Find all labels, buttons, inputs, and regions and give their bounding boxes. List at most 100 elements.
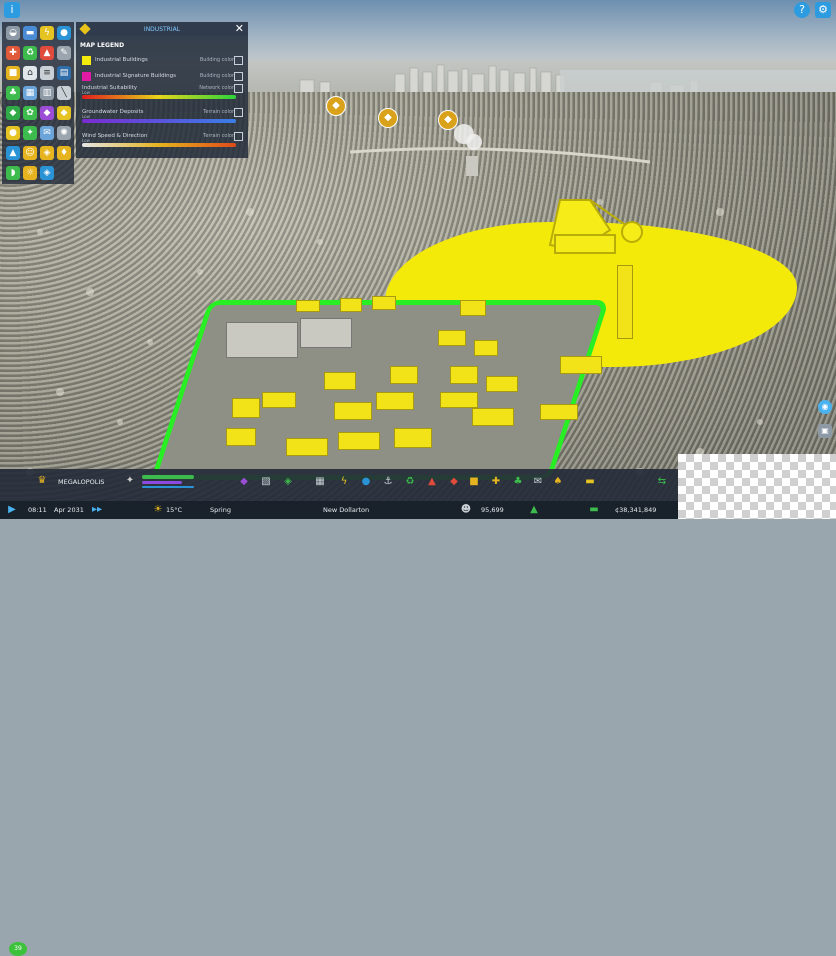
parks-tool-icon[interactable]: ♣ xyxy=(512,476,524,488)
progress-bar-green xyxy=(142,475,194,479)
police-tool-icon[interactable]: ◆ xyxy=(448,476,460,488)
game-time: 08:11 xyxy=(28,506,47,514)
water-tool-icon[interactable]: ● xyxy=(360,476,372,488)
legend-mode: Terrain color xyxy=(203,109,234,115)
status-bar: ▶ 08:11 Apr 2031 ▸▸ ☀ 15°C Spring New Do… xyxy=(0,501,678,519)
residential-infoview-icon[interactable]: ♣ xyxy=(6,86,20,100)
legend-low: Low xyxy=(82,138,90,143)
industrial-building xyxy=(232,398,260,418)
industry-marker-icon[interactable]: ◆ xyxy=(326,96,346,116)
park-infoview-icon[interactable]: ≡ xyxy=(40,66,54,80)
health-tool-icon[interactable]: ⚓ xyxy=(382,476,394,488)
electricity-infoview-icon[interactable]: ◒ xyxy=(6,26,20,40)
office-infoview-icon[interactable]: ● xyxy=(6,126,20,140)
happiness-infoview-icon[interactable]: ☺ xyxy=(23,146,37,160)
fire-infoview-icon[interactable]: ✚ xyxy=(6,46,20,60)
wildlife-infoview-icon[interactable]: ◗ xyxy=(6,166,20,180)
transparent-region xyxy=(678,454,836,519)
play-icon[interactable]: ▶ xyxy=(6,504,18,516)
zoning-infoview-icon[interactable]: ◆ xyxy=(6,106,20,120)
economy-infoview-icon[interactable]: ♦ xyxy=(57,146,71,160)
legend-label: Industrial Signature Buildings xyxy=(95,73,177,79)
legend-checkbox[interactable] xyxy=(234,72,243,81)
population-trend-icon: ▲ xyxy=(530,504,538,515)
admin-infoview-icon[interactable]: ▤ xyxy=(57,66,71,80)
legend-gradient-bar xyxy=(82,95,236,99)
legend-gradient-item: Groundwater Deposits Terrain color Low xyxy=(76,108,248,133)
legend-item: Industrial Buildings Building color xyxy=(76,53,248,69)
area-tool-icon[interactable]: ◈ xyxy=(282,476,294,488)
industry-icon xyxy=(79,23,91,35)
tools-infoview-icon[interactable]: ✎ xyxy=(57,46,71,60)
garbage-tool-icon[interactable]: ♻ xyxy=(404,476,416,488)
panel-header: INDUSTRIAL ✕ xyxy=(76,22,248,36)
crime-infoview-icon[interactable]: ▲ xyxy=(40,46,54,60)
population: 95,699 xyxy=(481,506,504,514)
police-infoview-icon[interactable]: ■ xyxy=(6,66,20,80)
roads-tool-icon[interactable]: ▧ xyxy=(260,476,272,488)
landscaping-tool-icon[interactable]: ♠ xyxy=(552,476,564,488)
industrial-building xyxy=(438,330,466,346)
infoview-tool-panel: ◒ ▬ ϟ ● ✚ ♻ ▲ ✎ ■ ⌂ ≡ ▤ ♣ ▦ ▥ ╲ ◆ ✿ ◆ ◆ … xyxy=(2,22,74,184)
signature-infoview-icon[interactable]: ✺ xyxy=(57,126,71,140)
fire-tool-icon[interactable]: ▲ xyxy=(426,476,438,488)
industrial-tower xyxy=(617,265,633,339)
industry-infoview-icon[interactable]: ◆ xyxy=(57,106,71,120)
population-infoview-icon[interactable]: ▲ xyxy=(6,146,20,160)
recycling-infoview-icon[interactable]: ♻ xyxy=(23,46,37,60)
help-icon: ? xyxy=(799,3,805,16)
population-icon: ☻ xyxy=(460,504,472,515)
roads-infoview-icon[interactable]: ╲ xyxy=(57,86,71,100)
city-name[interactable]: New Dollarton xyxy=(323,506,369,514)
industrial-building xyxy=(226,428,256,446)
trophy-icon: ♛ xyxy=(37,475,47,486)
legend-label: Groundwater Deposits xyxy=(82,109,144,115)
agriculture-infoview-icon[interactable]: ✦ xyxy=(23,126,37,140)
help-button[interactable]: ? xyxy=(794,2,810,18)
settings-button[interactable]: ⚙ xyxy=(815,2,831,18)
milestone-badge[interactable]: 39 xyxy=(9,942,27,956)
legend-checkbox[interactable] xyxy=(234,56,243,65)
panel-title: INDUSTRIAL xyxy=(143,25,181,33)
layers-infoview-icon[interactable]: ◈ xyxy=(40,166,54,180)
services-infoview-icon[interactable]: ◈ xyxy=(40,146,54,160)
outside-connections-icon[interactable]: ▥ xyxy=(40,86,54,100)
communications-tool-icon[interactable]: ✉ xyxy=(532,476,544,488)
legend-mode: Network color xyxy=(199,85,234,91)
industry-marker-icon[interactable]: ◆ xyxy=(378,108,398,128)
transport-infoview-icon[interactable]: ▬ xyxy=(23,26,37,40)
power-infoview-icon[interactable]: ϟ xyxy=(40,26,54,40)
education-tool-icon[interactable]: ■ xyxy=(468,476,480,488)
industrial-building xyxy=(460,300,486,316)
leisure-infoview-icon[interactable]: ◆ xyxy=(40,106,54,120)
education-infoview-icon[interactable]: ⌂ xyxy=(23,66,37,80)
economy-tool-icon[interactable]: ⇆ xyxy=(656,476,668,488)
info-button[interactable]: i xyxy=(4,2,20,18)
factory-building xyxy=(226,322,298,358)
legend-checkbox[interactable] xyxy=(234,84,243,93)
weather-infoview-icon[interactable]: ☼ xyxy=(23,166,37,180)
legend-checkbox[interactable] xyxy=(234,108,243,117)
legend-gradient-bar xyxy=(82,119,236,123)
nature-infoview-icon[interactable]: ✿ xyxy=(23,106,37,120)
mail-infoview-icon[interactable]: ✉ xyxy=(40,126,54,140)
commercial-infoview-icon[interactable]: ▦ xyxy=(23,86,37,100)
camera-button[interactable]: ◉ xyxy=(818,400,832,414)
industrial-building xyxy=(440,392,478,408)
photo-mode-button[interactable]: ▣ xyxy=(818,424,832,438)
legend-label: Wind Speed & Direction xyxy=(82,133,148,139)
industrial-building xyxy=(390,366,418,384)
bulldoze-tool-icon[interactable]: ▦ xyxy=(314,476,326,488)
close-button[interactable]: ✕ xyxy=(235,22,244,36)
water-infoview-icon[interactable]: ● xyxy=(57,26,71,40)
budget-tool-icon[interactable]: ▬ xyxy=(584,476,596,488)
electricity-tool-icon[interactable]: ϟ xyxy=(338,476,350,488)
photo-icon: ▣ xyxy=(821,426,829,435)
fast-forward-icon[interactable]: ▸▸ xyxy=(91,504,103,516)
zoning-tool-icon[interactable]: ◆ xyxy=(238,476,250,488)
transport-tool-icon[interactable]: ✚ xyxy=(490,476,502,488)
industrial-building xyxy=(474,340,498,356)
info-icon: i xyxy=(10,3,14,16)
temperature: 15°C xyxy=(166,506,183,514)
legend-checkbox[interactable] xyxy=(234,132,243,141)
